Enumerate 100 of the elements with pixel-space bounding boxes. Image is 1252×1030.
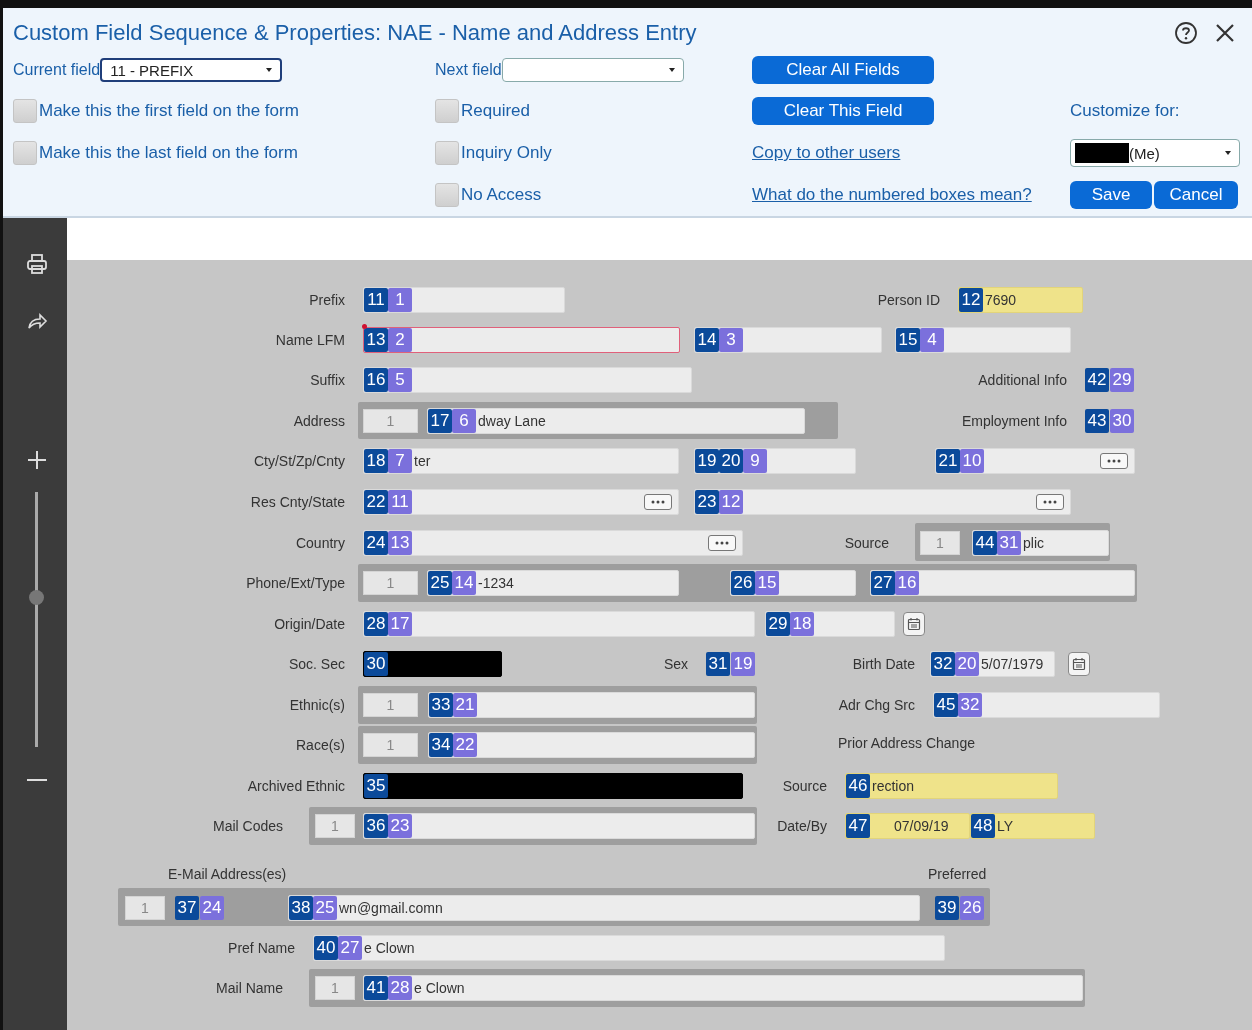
field-label: Name LFM	[275, 331, 345, 350]
ellipsis-button[interactable]	[1100, 453, 1128, 469]
field-number-tag: 17	[428, 409, 452, 433]
input-field[interactable]: 28 17	[363, 611, 755, 637]
input-field[interactable]: 41 28 e Clown	[363, 975, 1083, 1001]
ellipsis-button[interactable]	[708, 535, 736, 551]
field-label: Country	[295, 534, 345, 553]
sequence-number-tag: 15	[755, 571, 779, 595]
action-button[interactable]: Clear All Fields	[752, 56, 934, 84]
input-field[interactable]: 26 15	[730, 570, 856, 596]
field-number-tag: 16	[364, 368, 388, 392]
field-label: Employment Info	[961, 412, 1067, 431]
field-label: Source	[782, 777, 827, 796]
calendar-button[interactable]	[903, 612, 925, 636]
ellipsis-icon	[1043, 500, 1057, 504]
field-label: Person ID	[877, 291, 940, 310]
field-label: Preferred	[928, 865, 987, 884]
user-select[interactable]: (Me)	[1070, 139, 1240, 167]
ellipsis-button[interactable]	[644, 494, 672, 510]
input-field[interactable]: 11 1	[363, 287, 565, 313]
input-field[interactable]: 45 32	[933, 692, 1160, 718]
input-field[interactable]: 44 31 plic	[972, 530, 1109, 556]
input-field[interactable]: 14 3	[694, 327, 882, 353]
input-field[interactable]: 17 6 dway Lane	[427, 408, 805, 434]
sequence-number-tag: 9	[743, 449, 767, 473]
checkbox[interactable]	[435, 99, 459, 123]
checkbox-label: No Access	[461, 185, 542, 205]
calendar-button[interactable]	[1068, 652, 1090, 676]
caret-icon	[265, 67, 274, 73]
next-field-select[interactable]	[501, 58, 684, 82]
ellipsis-icon	[1107, 459, 1121, 463]
field-number-tag: 27	[871, 571, 895, 595]
field-value: ter	[414, 453, 431, 469]
cancel-button[interactable]: Cancel	[1154, 181, 1238, 209]
link[interactable]: What do the numbered boxes mean?	[752, 185, 1032, 205]
input-field[interactable]: 36 23	[363, 813, 755, 839]
checkbox[interactable]	[435, 141, 459, 165]
print-icon	[26, 253, 48, 275]
input-field[interactable]: 13 2	[363, 327, 680, 353]
sequence-number-tag: 14	[452, 571, 476, 595]
input-field[interactable]: 12 7690	[958, 287, 1083, 313]
checkbox[interactable]	[13, 141, 37, 165]
input-field[interactable]: 21 10	[935, 448, 1135, 474]
input-field[interactable]: 19 20 9	[694, 448, 856, 474]
field-label: Origin/Date	[274, 615, 345, 634]
slider-thumb[interactable]	[29, 590, 44, 606]
action-button[interactable]: Clear This Field	[752, 97, 934, 125]
field-number-tag: 33	[429, 693, 453, 717]
input-field[interactable]: 23 12	[694, 489, 1071, 515]
redacted-field[interactable]: 30	[363, 651, 502, 677]
link[interactable]: Copy to other users	[752, 143, 901, 163]
field-label: Mail Codes	[212, 817, 283, 836]
input-field[interactable]: 15 4	[895, 327, 1071, 353]
sequence-number-tag: 23	[388, 814, 412, 838]
sequence-number-tag: 2	[388, 328, 412, 352]
input-field[interactable]: 24 13	[363, 530, 743, 556]
ellipsis-icon	[715, 541, 729, 545]
field-label: Sex	[663, 655, 688, 674]
input-field[interactable]: 34 22	[428, 732, 755, 758]
checkbox[interactable]	[435, 183, 459, 207]
field-number-tag: 31	[706, 652, 730, 676]
sequence-number-tag: 29	[1110, 368, 1134, 392]
input-field[interactable]: 29 18	[765, 611, 895, 637]
sequence-number-tag: 22	[453, 733, 477, 757]
sequence-number-tag: 28	[388, 976, 412, 1000]
input-field[interactable]: 48 LY	[970, 813, 1095, 839]
sequence-number-tag: 26	[960, 896, 984, 920]
redacted-field[interactable]: 35	[363, 773, 743, 799]
input-field[interactable]: 47 07/09/19	[845, 813, 970, 839]
input-field[interactable]: 38 25 wn@gmail.comn	[288, 895, 920, 921]
field-label: Additional Info	[978, 371, 1067, 390]
input-field[interactable]: 32 20 5/07/1979	[930, 651, 1055, 677]
sequence-number-tag: 18	[790, 612, 814, 636]
sequence-number-tag: 17	[388, 612, 412, 636]
checkbox-label: Required	[461, 101, 530, 121]
field-number-tag: 28	[364, 612, 388, 636]
field-label: Mail Name	[216, 979, 283, 998]
input-field[interactable]: 46 rection	[845, 773, 1058, 799]
input-field[interactable]: 40 27 e Clown	[313, 935, 945, 961]
input-field[interactable]: 22 11	[363, 489, 679, 515]
sequence-number-tag: 5	[388, 368, 412, 392]
field-value: e Clown	[414, 980, 465, 996]
field-label: E-Mail Address(es)	[168, 865, 287, 884]
field-label: Date/By	[777, 817, 827, 836]
input-field[interactable]: 33 21	[428, 692, 755, 718]
input-field[interactable]: 16 5	[363, 367, 692, 393]
current-field-select[interactable]: 11 - PREFIX	[100, 58, 283, 82]
field-label: Res Cnty/State	[250, 493, 345, 512]
input-field[interactable]: 18 7 ter	[363, 448, 679, 474]
field-label: Prior Address Change	[838, 734, 975, 753]
sequence-number-tag: 11	[388, 490, 412, 514]
input-field[interactable]: 25 14 -1234	[427, 570, 679, 596]
sequence-number-tag: 4	[920, 328, 944, 352]
input-field[interactable]: 27 16	[870, 570, 1135, 596]
dialog-title: Custom Field Sequence & Properties: NAE - Name and Address Entry	[13, 20, 697, 46]
checkbox[interactable]	[13, 99, 37, 123]
checkbox-label: Make this the first field on the form	[39, 101, 299, 121]
save-button[interactable]: Save	[1070, 181, 1152, 209]
field-number-tag: 21	[936, 449, 960, 473]
ellipsis-button[interactable]	[1036, 494, 1064, 510]
